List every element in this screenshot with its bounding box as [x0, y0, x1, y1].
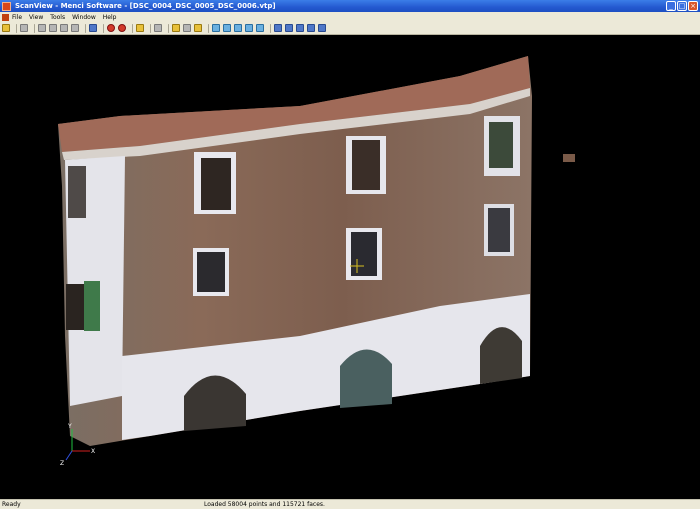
- maximize-button[interactable]: □: [677, 1, 687, 11]
- close-button[interactable]: ×: [688, 1, 698, 11]
- toolbar-separator: [85, 23, 86, 33]
- light-bulb-icon[interactable]: [172, 24, 180, 32]
- color-dots-icon[interactable]: [118, 24, 126, 32]
- building-model: Y X Z: [58, 56, 575, 467]
- menu-file[interactable]: File: [12, 14, 22, 21]
- toolbar: [0, 22, 700, 35]
- title-bar: ScanView - Menci Software - [DSC_0004_DS…: [0, 0, 700, 12]
- red-dot-icon[interactable]: [107, 24, 115, 32]
- axis-y-label: Y: [67, 423, 72, 430]
- axis-z-label: Z: [60, 460, 64, 467]
- view-front-icon[interactable]: [212, 24, 220, 32]
- view-left-icon[interactable]: [234, 24, 242, 32]
- menu-tools[interactable]: Tools: [50, 14, 65, 21]
- toolbar-separator: [34, 23, 35, 33]
- toolbar-separator: [270, 23, 271, 33]
- toolbar-separator: [132, 23, 133, 33]
- status-ready: Ready: [2, 501, 21, 508]
- app-icon[interactable]: [2, 1, 11, 11]
- left-shutter: [84, 281, 100, 331]
- toolbar-separator: [168, 23, 169, 33]
- view-top-icon[interactable]: [256, 24, 264, 32]
- view-back-icon[interactable]: [223, 24, 231, 32]
- menu-help[interactable]: Help: [103, 14, 117, 21]
- render-surface-icon[interactable]: [296, 24, 304, 32]
- toolbar-separator: [150, 23, 151, 33]
- view-right-icon[interactable]: [245, 24, 253, 32]
- ruler-icon[interactable]: [136, 24, 144, 32]
- info-icon[interactable]: [183, 24, 191, 32]
- cube-front-icon[interactable]: [49, 24, 57, 32]
- toolbar-separator: [103, 23, 104, 33]
- window-title: ScanView - Menci Software - [DSC_0004_DS…: [15, 2, 276, 10]
- toolbar-separator: [16, 23, 17, 33]
- cube-top-icon[interactable]: [71, 24, 79, 32]
- status-message: Loaded 58004 points and 115721 faces.: [204, 501, 325, 508]
- menu-view[interactable]: View: [29, 14, 43, 21]
- 3d-viewport[interactable]: Y X Z: [0, 36, 700, 499]
- render-wireframe-icon[interactable]: [285, 24, 293, 32]
- axis-x-label: X: [91, 448, 95, 455]
- open-folder-icon[interactable]: [2, 24, 10, 32]
- menu-window[interactable]: Window: [72, 14, 96, 21]
- grid-icon[interactable]: [89, 24, 97, 32]
- list-icon[interactable]: [20, 24, 28, 32]
- help-icon[interactable]: [194, 24, 202, 32]
- render-texture-icon[interactable]: [307, 24, 315, 32]
- render-points-icon[interactable]: [274, 24, 282, 32]
- cube-side-icon[interactable]: [60, 24, 68, 32]
- toolbar-separator: [208, 23, 209, 33]
- menu-bar: File View Tools Window Help: [0, 12, 700, 22]
- render-shaded-icon[interactable]: [318, 24, 326, 32]
- cube-icon[interactable]: [38, 24, 46, 32]
- window-controls: _ □ ×: [666, 1, 698, 11]
- document-icon[interactable]: [2, 13, 9, 21]
- minimize-button[interactable]: _: [666, 1, 676, 11]
- print-icon[interactable]: [154, 24, 162, 32]
